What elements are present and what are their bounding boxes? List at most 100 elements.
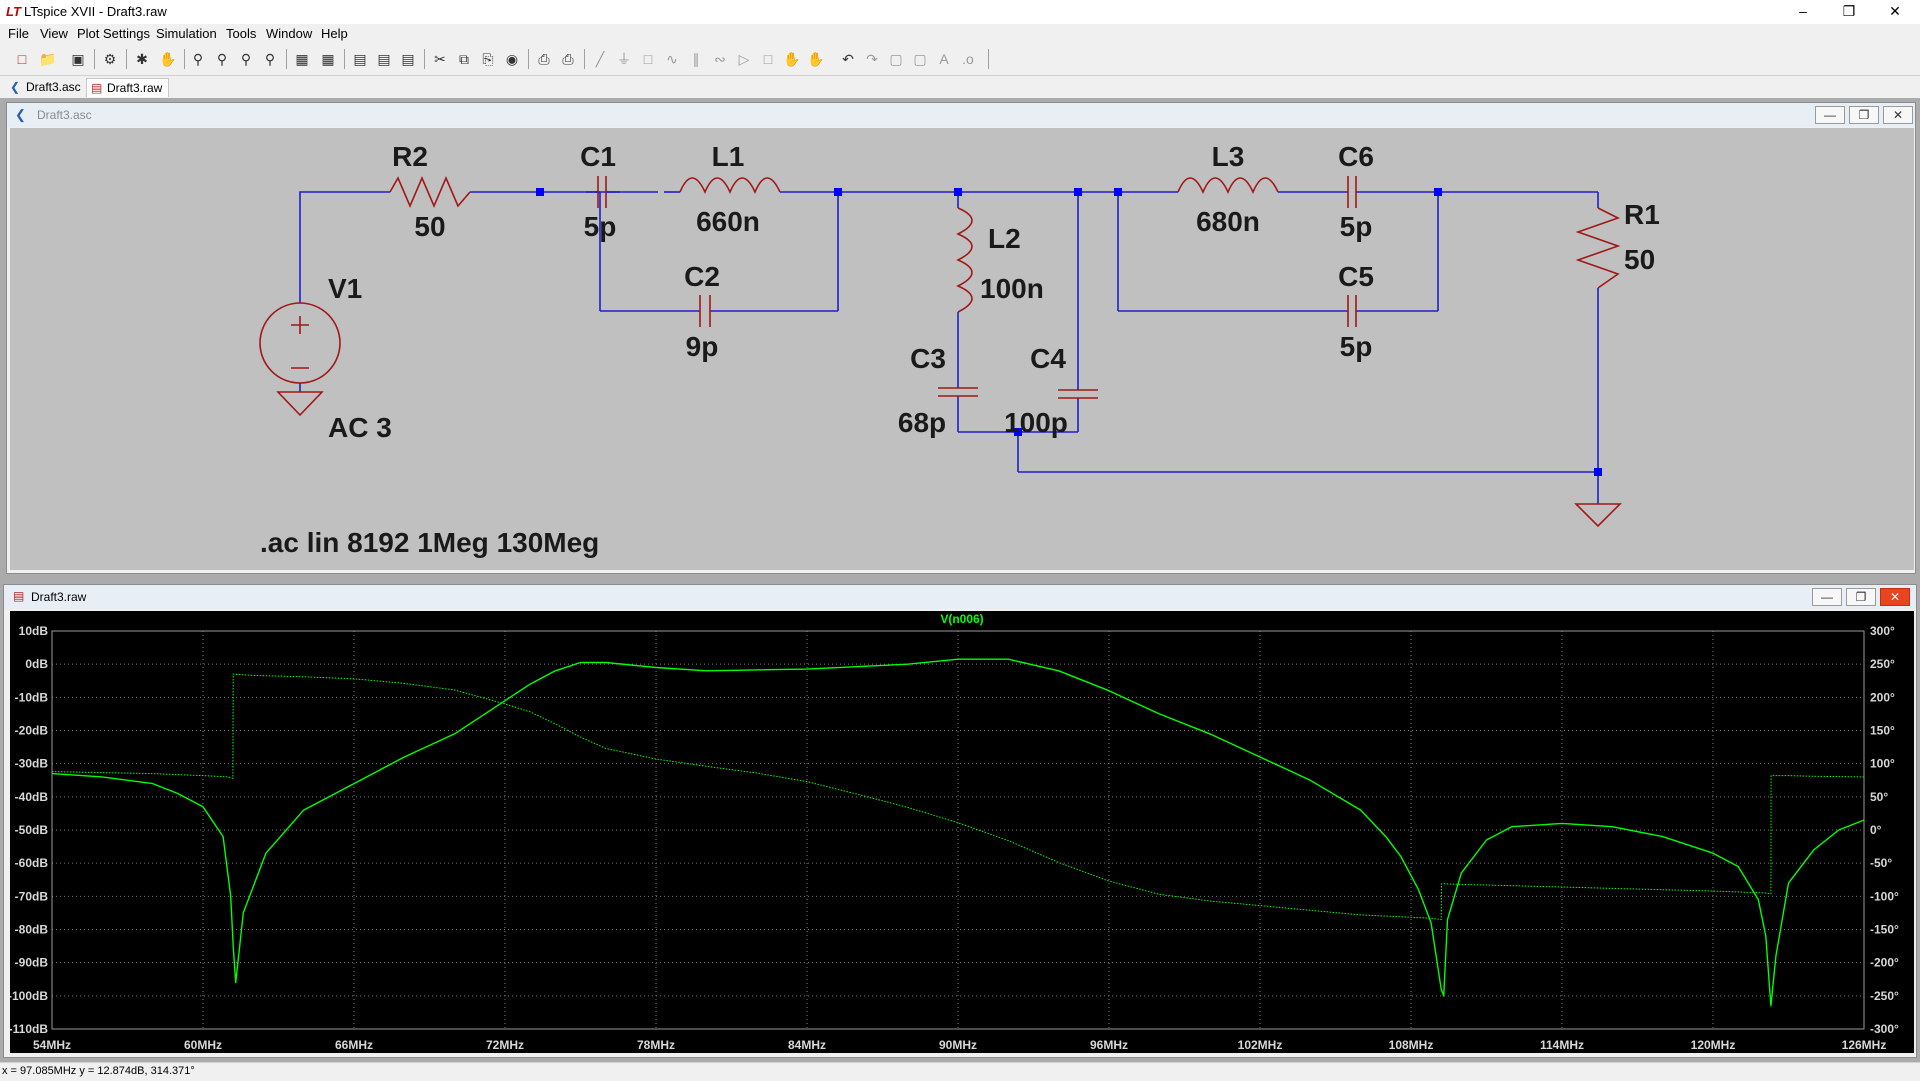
tab-draft3-raw[interactable]: ▤ Draft3.raw xyxy=(86,78,170,97)
spice-directive-icon[interactable]: .o xyxy=(958,49,978,69)
r1-ref: R1 xyxy=(1624,199,1660,230)
rotate-icon[interactable]: ▢ xyxy=(886,49,906,69)
l2-symbol xyxy=(956,207,973,313)
y-right-tick-label: 300° xyxy=(1870,624,1895,638)
waveform-icon: ▤ xyxy=(13,589,25,603)
menu-window[interactable]: Window xyxy=(266,26,312,41)
zoom-out-icon[interactable]: ⚲ xyxy=(236,49,256,69)
drag-icon[interactable]: ✋ xyxy=(806,49,826,69)
run-icon[interactable]: ✱ xyxy=(132,49,152,69)
schematic-drawing: R2 50 C1 5p L1 660n C2 9p L2 100n C3 68p… xyxy=(259,141,1660,558)
diode-icon[interactable]: ▷ xyxy=(734,49,754,69)
x-tick-label: 126MHz xyxy=(1842,1038,1887,1052)
y-left-tick-label: -20dB xyxy=(15,724,49,738)
zoom-in-icon[interactable]: ⚲ xyxy=(188,49,208,69)
component-icon[interactable]: □ xyxy=(758,49,778,69)
title-bar: LT LTspice XVII - Draft3.raw – ❐ ✕ xyxy=(0,0,1920,24)
plot-window-titlebar: ▤ Draft3.raw — ❐ ✕ xyxy=(4,585,1916,609)
y-right-tick-label: 250° xyxy=(1870,657,1895,671)
x-tick-label: 66MHz xyxy=(335,1038,373,1052)
y-right-tick-label: 200° xyxy=(1870,690,1895,704)
menu-file[interactable]: File xyxy=(8,26,29,41)
plot-close-button[interactable]: ✕ xyxy=(1880,588,1910,606)
resistor-icon[interactable]: ∿ xyxy=(662,49,682,69)
c6-ref: C6 xyxy=(1338,141,1374,172)
x-tick-label: 114MHz xyxy=(1540,1038,1584,1052)
y-left-tick-label: -110dB xyxy=(10,1022,48,1036)
zoom-fit-icon[interactable]: ⚲ xyxy=(260,49,280,69)
menu-simulation[interactable]: Simulation xyxy=(156,26,217,41)
zoom-back-icon[interactable]: ▦ xyxy=(318,49,338,69)
minimize-button[interactable]: – xyxy=(1780,0,1826,24)
y-left-tick-label: -10dB xyxy=(15,690,49,704)
ground-symbol-v1 xyxy=(276,391,324,417)
l1-value: 660n xyxy=(696,206,760,237)
pan-icon[interactable]: ⚲ xyxy=(212,49,232,69)
tab-label: Draft3.raw xyxy=(107,81,163,95)
l3-symbol xyxy=(1177,177,1279,194)
plot-minimize-button[interactable]: — xyxy=(1812,588,1842,606)
move-icon[interactable]: ✋ xyxy=(782,49,802,69)
tile-vertical-icon[interactable]: ▤ xyxy=(398,49,418,69)
plot-grid xyxy=(51,630,1865,1030)
halt-icon[interactable]: ✋ xyxy=(158,49,178,69)
print-setup-icon[interactable]: ⎙ xyxy=(534,49,554,69)
paste-icon[interactable]: ⎘ xyxy=(478,49,498,69)
y-right-tick-label: 0° xyxy=(1870,823,1882,837)
control-panel-icon[interactable]: ⚙ xyxy=(100,49,120,69)
ground-icon[interactable]: ⏚ xyxy=(614,49,634,69)
restore-button[interactable]: ❐ xyxy=(1826,0,1872,24)
y-left-tick-label: -90dB xyxy=(15,956,49,970)
find-icon[interactable]: ◉ xyxy=(502,49,522,69)
schematic-window-title: Draft3.asc xyxy=(37,108,92,122)
plot-restore-button[interactable]: ❐ xyxy=(1846,588,1876,606)
schematic-close-button[interactable]: ✕ xyxy=(1883,106,1913,124)
y-left-tick-label: -30dB xyxy=(15,757,49,771)
capacitor-icon[interactable]: ∥ xyxy=(686,49,706,69)
open-icon[interactable]: 📁 xyxy=(38,49,58,69)
label-net-icon[interactable]: □ xyxy=(638,49,658,69)
schematic-canvas[interactable]: R2 50 C1 5p L1 660n C2 9p L2 100n C3 68p… xyxy=(10,128,1914,570)
window-title: LTspice XVII - Draft3.raw xyxy=(24,4,167,19)
y-right-tick-label: -300° xyxy=(1870,1022,1899,1036)
v1-value: AC 3 xyxy=(328,412,392,443)
menu-tools[interactable]: Tools xyxy=(226,26,256,41)
redo-icon[interactable]: ↷ xyxy=(862,49,882,69)
copy-icon[interactable]: ⧉ xyxy=(454,49,474,69)
wire-icon[interactable]: ╱ xyxy=(590,49,610,69)
document-tabs: ❮ Draft3.asc ▤ Draft3.raw xyxy=(0,76,1920,98)
y-right-tick-label: 100° xyxy=(1870,757,1895,771)
schematic-window-titlebar: ❮ Draft3.asc — ❐ ✕ xyxy=(7,103,1915,127)
ltspice-logo-icon: LT xyxy=(6,4,21,19)
schematic-restore-button[interactable]: ❐ xyxy=(1849,106,1879,124)
waveform-canvas[interactable]: 54MHz 60MHz 66MHz 72MHz 78MHz 84MHz 90MHz 96MHz… xyxy=(8,611,1914,1053)
close-button[interactable]: ✕ xyxy=(1872,0,1918,24)
menu-plot-settings[interactable]: Plot Settings xyxy=(77,26,150,41)
autorange-icon[interactable]: ▦ xyxy=(292,49,312,69)
y-right-tick-label: -200° xyxy=(1870,956,1899,970)
x-tick-label: 96MHz xyxy=(1090,1038,1128,1052)
y-left-tick-label: -80dB xyxy=(15,923,49,937)
text-icon[interactable]: A xyxy=(934,49,954,69)
undo-icon[interactable]: ↶ xyxy=(838,49,858,69)
cascade-icon[interactable]: ▤ xyxy=(374,49,394,69)
tab-draft3-asc[interactable]: ❮ Draft3.asc xyxy=(6,78,87,96)
trace-label[interactable]: V(n006) xyxy=(940,612,983,626)
spice-directive[interactable]: .ac lin 8192 1Meg 130Meg xyxy=(260,527,599,558)
x-axis-ticks: 54MHz 60MHz 66MHz 72MHz 78MHz 84MHz 90MHz 96MHz… xyxy=(33,1038,1886,1052)
new-schematic-icon[interactable]: □ xyxy=(12,49,32,69)
tile-horizontal-icon[interactable]: ▤ xyxy=(350,49,370,69)
l2-ref: L2 xyxy=(988,223,1021,254)
schematic-icon: ❮ xyxy=(15,107,26,122)
save-icon[interactable]: ▣ xyxy=(68,49,88,69)
mirror-icon[interactable]: ▢ xyxy=(910,49,930,69)
schematic-minimize-button[interactable]: — xyxy=(1815,106,1845,124)
cut-icon[interactable]: ✂ xyxy=(430,49,450,69)
menu-view[interactable]: View xyxy=(40,26,68,41)
c2-value: 9p xyxy=(686,331,719,362)
print-icon[interactable]: ⎙ xyxy=(558,49,578,69)
waveform-icon: ▤ xyxy=(91,81,103,95)
y-right-tick-label: -250° xyxy=(1870,989,1899,1003)
menu-help[interactable]: Help xyxy=(321,26,348,41)
inductor-icon[interactable]: ∾ xyxy=(710,49,730,69)
